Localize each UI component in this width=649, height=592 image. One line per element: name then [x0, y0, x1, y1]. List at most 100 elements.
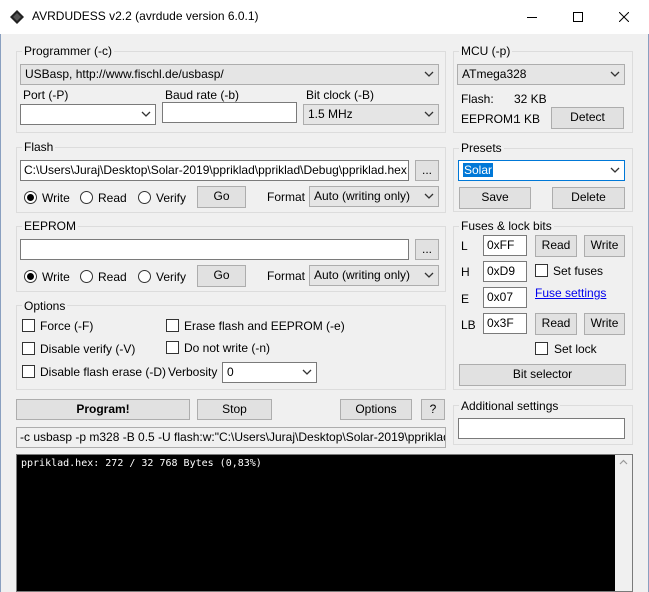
- disable-flash-erase-label: Disable flash erase (-D): [40, 365, 167, 379]
- detect-button[interactable]: Detect: [551, 107, 624, 129]
- presets-select[interactable]: Solar: [458, 160, 625, 181]
- mcu-flash-label: Flash:: [461, 92, 494, 106]
- presets-select-value: Solar: [463, 163, 494, 177]
- help-button[interactable]: ?: [421, 399, 445, 420]
- app-icon: [9, 9, 25, 25]
- erase-flash-eeprom-checkbox[interactable]: [166, 319, 179, 332]
- flash-format-value: Auto (writing only): [314, 189, 411, 203]
- flash-verify-label: Verify: [156, 191, 187, 205]
- minimize-button[interactable]: [509, 0, 555, 34]
- flash-verify-radio[interactable]: [138, 191, 151, 204]
- chevron-down-icon: [424, 111, 434, 117]
- preset-save-button[interactable]: Save: [459, 187, 531, 209]
- chevron-down-icon: [424, 272, 434, 278]
- flash-browse-button[interactable]: ...: [415, 160, 439, 181]
- title-bar[interactable]: AVRDUDESS v2.2 (avrdude version 6.0.1): [0, 0, 649, 34]
- disable-verify-checkbox[interactable]: [22, 342, 35, 355]
- window-title: AVRDUDESS v2.2 (avrdude version 6.0.1): [32, 9, 259, 23]
- program-button[interactable]: Program!: [16, 399, 190, 420]
- flash-read-radio[interactable]: [80, 191, 93, 204]
- verbosity-label: Verbosity: [168, 365, 218, 379]
- presets-group-label: Presets: [459, 141, 504, 155]
- flash-file-input[interactable]: C:\Users\Juraj\Desktop\Solar-2019\pprikl…: [20, 160, 409, 181]
- chevron-up-icon[interactable]: [619, 459, 628, 465]
- chevron-down-icon: [302, 369, 312, 375]
- mcu-flash-value: 32 KB: [514, 92, 547, 106]
- force-label: Force (-F): [40, 319, 94, 333]
- do-not-write-checkbox[interactable]: [166, 341, 179, 354]
- fuses-group-label: Fuses & lock bits: [459, 219, 554, 233]
- fuse-l-input[interactable]: 0xFF: [483, 235, 527, 256]
- options-group-label: Options: [22, 299, 68, 313]
- fuse-lb-input[interactable]: 0x3F: [483, 313, 527, 334]
- fuse-read-button[interactable]: Read: [535, 235, 577, 257]
- chevron-down-icon: [141, 111, 151, 117]
- force-checkbox[interactable]: [22, 319, 35, 332]
- flash-write-radio[interactable]: [24, 191, 37, 204]
- fuse-e-input[interactable]: 0x07: [483, 287, 527, 308]
- maximize-button[interactable]: [555, 0, 601, 34]
- lock-read-button[interactable]: Read: [535, 313, 577, 335]
- flash-format-label: Format: [267, 190, 306, 204]
- chevron-down-icon: [610, 71, 620, 77]
- fuse-h-input[interactable]: 0xD9: [483, 261, 527, 282]
- baud-rate-label: Baud rate (-b): [165, 88, 240, 102]
- set-fuses-checkbox[interactable]: [535, 264, 548, 277]
- flash-format-select[interactable]: Auto (writing only): [309, 186, 439, 207]
- options-button[interactable]: Options: [340, 399, 412, 420]
- eeprom-browse-button[interactable]: ...: [415, 239, 439, 260]
- additional-settings-input[interactable]: [458, 418, 625, 439]
- eeprom-verify-radio[interactable]: [138, 270, 151, 283]
- do-not-write-label: Do not write (-n): [184, 341, 271, 355]
- console-scrollbar[interactable]: [615, 455, 632, 591]
- erase-flash-eeprom-label: Erase flash and EEPROM (-e): [184, 319, 345, 333]
- disable-verify-label: Disable verify (-V): [40, 342, 136, 356]
- eeprom-verify-label: Verify: [156, 270, 187, 284]
- mcu-eeprom-value: 1 KB: [514, 112, 541, 126]
- maximize-icon: [573, 12, 583, 22]
- mcu-select-value: ATmega328: [462, 67, 527, 81]
- lock-write-button[interactable]: Write: [584, 313, 625, 335]
- eeprom-format-value: Auto (writing only): [314, 268, 411, 282]
- set-fuses-label: Set fuses: [553, 264, 604, 278]
- fuse-h-label: H: [461, 265, 470, 279]
- eeprom-file-input[interactable]: [20, 239, 409, 260]
- baud-rate-input[interactable]: [162, 102, 297, 123]
- additional-settings-label: Additional settings: [459, 399, 561, 413]
- bit-clock-label: Bit clock (-B): [306, 88, 375, 102]
- programmer-select[interactable]: USBasp, http://www.fischl.de/usbasp/: [20, 64, 439, 85]
- command-line-field[interactable]: -c usbasp -p m328 -B 0.5 -U flash:w:"C:\…: [16, 427, 446, 448]
- bit-clock-select-value: 1.5 MHz: [308, 107, 353, 121]
- preset-delete-button[interactable]: Delete: [552, 187, 625, 209]
- port-label: Port (-P): [23, 88, 69, 102]
- flash-write-label: Write: [42, 191, 70, 205]
- flash-go-button[interactable]: Go: [197, 186, 246, 208]
- flash-read-label: Read: [98, 191, 127, 205]
- bit-clock-select[interactable]: 1.5 MHz: [303, 104, 439, 125]
- programmer-select-value: USBasp, http://www.fischl.de/usbasp/: [25, 67, 224, 81]
- fuse-l-label: L: [461, 239, 468, 253]
- set-lock-checkbox[interactable]: [535, 342, 548, 355]
- eeprom-go-button[interactable]: Go: [197, 265, 246, 287]
- fuse-lb-label: LB: [461, 318, 476, 332]
- close-button[interactable]: [601, 0, 647, 34]
- programmer-group-label: Programmer (-c): [22, 44, 115, 58]
- fuse-write-button[interactable]: Write: [584, 235, 625, 257]
- mcu-select[interactable]: ATmega328: [457, 64, 625, 85]
- disable-flash-erase-checkbox[interactable]: [22, 365, 35, 378]
- eeprom-format-select[interactable]: Auto (writing only): [309, 265, 439, 286]
- chevron-down-icon: [610, 167, 620, 173]
- fuse-e-label: E: [461, 292, 470, 306]
- fuse-settings-link[interactable]: Fuse settings: [535, 286, 606, 300]
- console-output[interactable]: ppriklad.hex: 272 / 32 768 Bytes (0,83%): [16, 454, 633, 592]
- verbosity-select[interactable]: 0: [222, 362, 317, 383]
- eeprom-write-label: Write: [42, 270, 70, 284]
- verbosity-select-value: 0: [227, 365, 234, 379]
- stop-button[interactable]: Stop: [197, 399, 272, 420]
- eeprom-read-radio[interactable]: [80, 270, 93, 283]
- eeprom-write-radio[interactable]: [24, 270, 37, 283]
- port-select[interactable]: [20, 104, 156, 125]
- eeprom-read-label: Read: [98, 270, 127, 284]
- bit-selector-button[interactable]: Bit selector: [459, 364, 626, 386]
- flash-group-label: Flash: [22, 140, 56, 154]
